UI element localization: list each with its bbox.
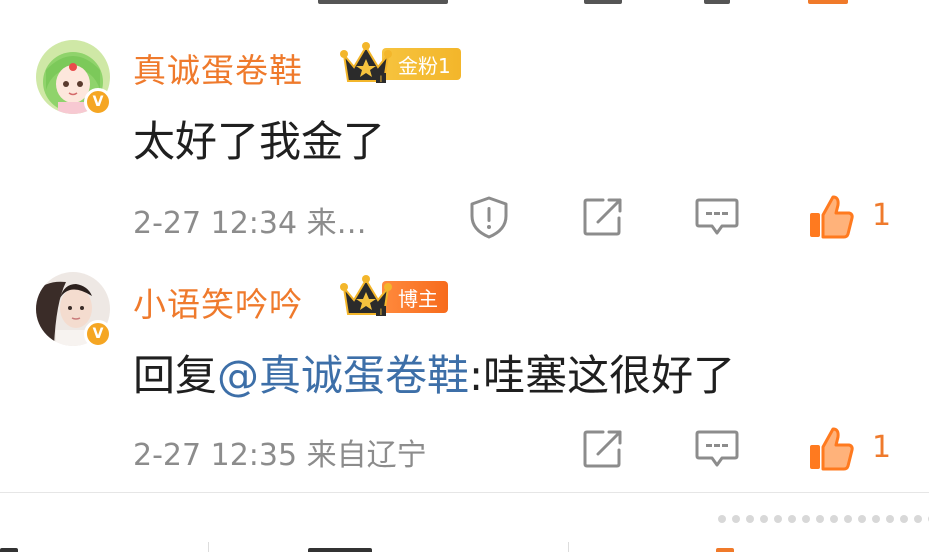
comment-meta: 2-27 12:35 来自辽宁 [133,438,427,473]
thumbs-up-icon [810,195,854,239]
comment-item: V 真诚蛋卷鞋 I 金粉1 太好了我金了 2-27 12:34 来… 1 [0,0,929,250]
bottom-icon-remnant [308,548,372,552]
mention-link[interactable]: @真诚蛋卷鞋 [217,351,469,400]
reply-body: :哇塞这很好了 [469,351,736,400]
svg-text:I: I [380,308,383,318]
verified-v-icon: V [84,320,112,348]
separator [568,542,569,552]
like-button[interactable] [806,424,856,474]
crown-icon: I [340,42,392,85]
comment-item: V 小语笑吟吟 I 博主 回复@真诚蛋卷鞋:哇塞这很好了 2-27 12:35 … [0,250,929,490]
avatar[interactable]: V [36,272,112,348]
thumbs-up-icon [810,427,854,471]
like-count: 1 [872,198,892,233]
badge-label: 金粉1 [382,48,461,80]
reply-button[interactable] [694,194,740,240]
username[interactable]: 小语笑吟吟 [133,278,303,326]
comment-meta: 2-27 12:34 来… [133,206,367,241]
like-button[interactable] [806,192,856,242]
blogger-badge[interactable]: I 博主 [340,275,448,318]
reply-button[interactable] [694,426,740,472]
report-button[interactable] [466,194,512,240]
username[interactable]: 真诚蛋卷鞋 [133,44,303,92]
bottom-bar [0,493,929,552]
shield-alert-icon [470,196,508,239]
comment-text: 太好了我金了 [133,117,386,166]
separator [208,542,209,552]
comment-bubble-icon [695,198,739,235]
comment-text: 回复@真诚蛋卷鞋:哇塞这很好了 [133,342,735,403]
comment-bubble-icon [695,430,739,467]
share-icon [583,198,622,236]
bottom-icon-remnant [716,548,734,552]
bottom-icon-remnant [0,548,18,552]
reply-prefix: 回复 [133,351,218,400]
verified-v-icon: V [84,88,112,116]
like-count: 1 [872,430,892,465]
share-button[interactable] [580,194,626,240]
page-dots [718,515,929,523]
fan-badge[interactable]: I 金粉1 [340,42,461,85]
svg-text:I: I [380,75,383,85]
avatar[interactable]: V [36,40,112,116]
crown-icon: I [340,275,392,318]
share-icon [583,430,622,468]
share-button[interactable] [580,426,626,472]
